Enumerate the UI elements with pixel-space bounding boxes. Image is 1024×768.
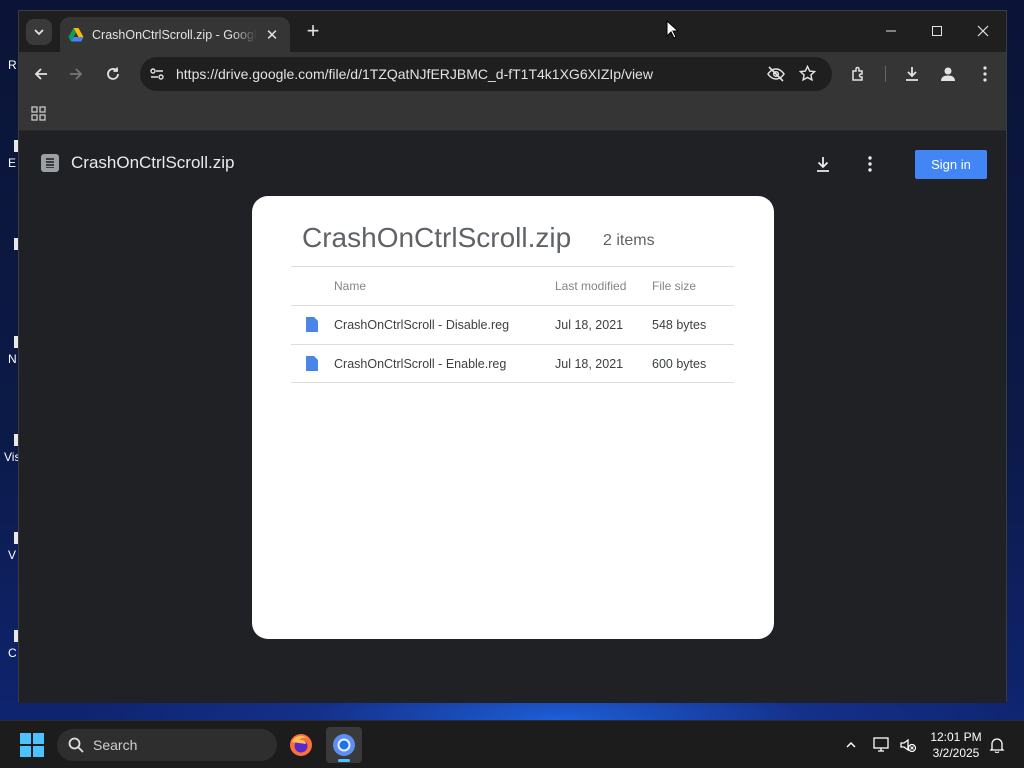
firefox-icon [290,734,312,756]
bookmark-star-icon[interactable] [799,65,816,82]
chrome-icon [333,734,355,756]
taskbar: Search 12:01 PM 3/2/2025 [0,720,1024,768]
file-modified: Jul 18, 2021 [555,318,624,332]
taskbar-chrome[interactable] [326,727,362,763]
document-icon [306,356,318,371]
desktop-icon[interactable]: V [0,532,18,562]
reload-icon [107,67,119,80]
download-button[interactable] [810,151,836,177]
more-actions-button[interactable] [857,151,883,177]
archive-file-icon [41,154,59,172]
file-viewer: CrashOnCtrlScroll.zip Sign in CrashOnCtr… [19,131,1006,703]
table-header-row: Name Last modified File size [291,266,734,305]
back-button[interactable] [27,60,55,88]
clock-time: 12:01 PM [930,730,982,744]
file-name: CrashOnCtrlScroll - Disable.reg [334,318,510,332]
show-hidden-icons-button[interactable] [839,733,863,757]
windows-logo-icon [20,733,31,744]
mouse-cursor-icon [666,20,678,39]
maximize-icon [932,26,942,36]
file-modified: Jul 18, 2021 [555,357,624,371]
browser-window: CrashOnCtrlScroll.zip - Google Drive ✕ +… [18,10,1007,703]
browser-toolbar: https://drive.google.com/file/d/1TZQatNJ… [19,52,1006,96]
taskbar-firefox[interactable] [283,727,319,763]
column-header-size: File size [652,279,697,293]
viewer-header: CrashOnCtrlScroll.zip Sign in [19,131,1006,195]
download-icon [906,67,918,81]
toolbar-divider [885,66,886,82]
more-vert-icon [983,66,987,82]
more-vert-icon [868,156,872,172]
start-button[interactable] [20,733,44,757]
notifications-button[interactable] [985,733,1009,757]
volume-status[interactable] [896,733,920,757]
clock-date: 3/2/2025 [932,746,980,760]
taskbar-search[interactable]: Search [57,729,277,761]
site-settings-icon[interactable] [149,66,165,82]
arrow-left-icon [34,68,47,80]
tab-title: CrashOnCtrlScroll.zip - Google Drive [92,27,257,42]
downloads-button[interactable] [898,60,926,88]
maximize-button[interactable] [914,19,960,43]
archive-item-count: 2 items [603,232,655,249]
network-icon [873,737,889,752]
desktop-icon[interactable]: Vis [0,434,20,464]
desktop-icon[interactable] [0,238,18,254]
profile-button[interactable] [934,60,962,88]
sign-in-button[interactable]: Sign in [915,150,987,179]
column-header-name: Name [334,279,367,293]
network-status[interactable] [870,733,894,757]
reload-button[interactable] [99,60,127,88]
chevron-down-icon [34,29,44,36]
file-size: 600 bytes [652,357,707,371]
tab-strip: CrashOnCtrlScroll.zip - Google Drive ✕ + [19,11,1006,52]
close-button[interactable] [960,19,1006,43]
document-icon [306,317,318,332]
tab-close-icon[interactable]: ✕ [264,26,280,44]
person-icon [941,67,955,81]
system-clock[interactable]: 12:01 PM 3/2/2025 [922,729,990,761]
extensions-button[interactable] [845,60,873,88]
new-tab-button[interactable]: + [302,20,324,43]
address-bar[interactable]: https://drive.google.com/file/d/1TZQatNJ… [140,57,832,91]
file-size: 548 bytes [652,318,707,332]
google-drive-icon [68,27,84,41]
bookmarks-bar [19,96,1006,131]
viewer-file-title: CrashOnCtrlScroll.zip [71,153,235,172]
desktop-icon[interactable]: R [0,58,18,72]
desktop-icon[interactable]: C [0,630,18,660]
close-icon [977,25,989,37]
column-header-modified: Last modified [555,279,627,293]
bell-icon [989,738,1005,753]
apps-grid-icon[interactable] [31,106,46,121]
forward-button[interactable] [62,60,90,88]
speaker-muted-icon [900,738,917,753]
archive-name: CrashOnCtrlScroll.zip [302,222,572,253]
table-row[interactable]: CrashOnCtrlScroll - Enable.reg Jul 18, 2… [291,344,734,383]
puzzle-icon [852,66,863,81]
download-icon [817,157,829,172]
browser-menu-button[interactable] [971,60,999,88]
eye-off-icon[interactable] [767,66,785,82]
desktop-icon[interactable]: E [0,140,18,170]
archive-file-table: Name Last modified File size CrashOnCtrl… [291,266,734,383]
archive-preview-card: CrashOnCtrlScroll.zip 2 items Name Last … [252,196,774,639]
url-text[interactable]: https://drive.google.com/file/d/1TZQatNJ… [176,66,653,82]
desktop-icon[interactable]: N [0,336,18,366]
tab-active[interactable]: CrashOnCtrlScroll.zip - Google Drive ✕ [60,17,290,52]
taskbar-search-label: Search [93,737,138,753]
minimize-button[interactable] [868,19,914,43]
arrow-right-icon [70,68,83,80]
search-icon [68,737,84,753]
table-row[interactable]: CrashOnCtrlScroll - Disable.reg Jul 18, … [291,305,734,344]
file-name: CrashOnCtrlScroll - Enable.reg [334,357,507,371]
tab-search-button[interactable] [26,19,52,45]
minimize-icon [886,30,896,32]
chevron-up-icon [846,741,856,748]
